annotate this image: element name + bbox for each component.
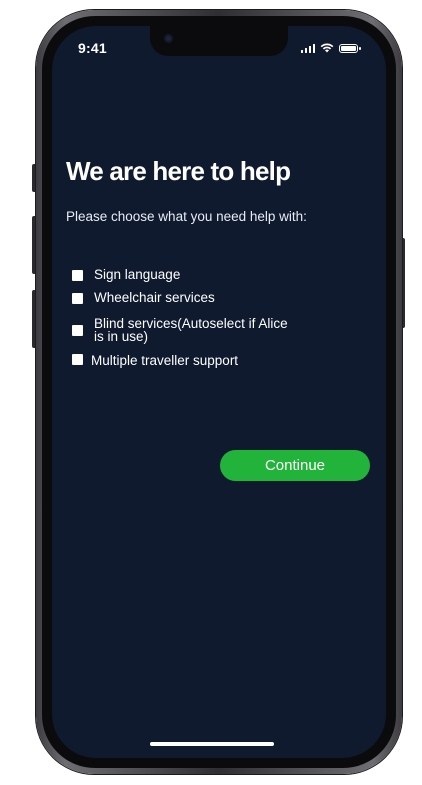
status-time: 9:41 (78, 40, 107, 56)
option-label: Wheelchair services (94, 290, 215, 305)
cellular-signal-icon (300, 43, 315, 53)
option-sign-language[interactable]: Sign language (72, 268, 294, 281)
option-multiple-traveller-support[interactable]: Multiple traveller support (72, 354, 291, 367)
checkbox[interactable] (72, 270, 83, 281)
option-label: Sign language (94, 267, 181, 282)
phone-screen: 9:41 We are here to help Please choose w… (52, 26, 386, 758)
page-title: We are here to help (66, 156, 291, 186)
battery-icon (339, 43, 361, 53)
option-wheelchair-services[interactable]: Wheelchair services (72, 291, 294, 304)
option-blind-services[interactable]: Blind services(Autoselect if Alice is in… (72, 317, 294, 343)
notch (150, 26, 288, 56)
phone-mockup: 9:41 We are here to help Please choose w… (0, 0, 422, 785)
checkbox[interactable] (72, 354, 83, 365)
checkbox[interactable] (72, 325, 83, 336)
camera-icon (164, 34, 173, 43)
page-subtitle: Please choose what you need help with: (66, 209, 307, 224)
wifi-icon (320, 43, 334, 53)
home-indicator[interactable] (150, 742, 274, 746)
option-label: Multiple traveller support (91, 353, 239, 368)
status-icons (300, 43, 361, 53)
option-label: Blind services(Autoselect if Alice is in… (94, 316, 288, 344)
checkbox[interactable] (72, 293, 83, 304)
continue-button[interactable]: Continue (220, 450, 370, 481)
